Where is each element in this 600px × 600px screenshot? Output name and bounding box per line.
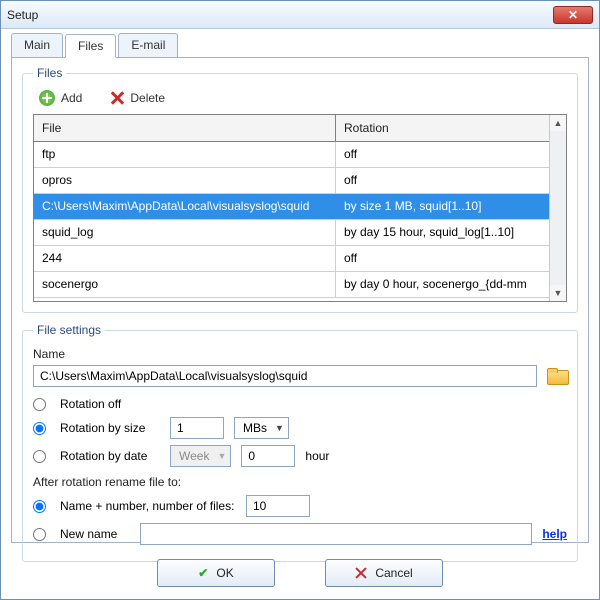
scroll-track[interactable] — [550, 131, 566, 285]
rename-newname-label: New name — [60, 527, 130, 541]
cell-file: 244 — [34, 246, 336, 271]
rename-number-label: Name + number, number of files: — [60, 499, 236, 513]
rename-number-radio[interactable] — [33, 500, 46, 513]
tab-files[interactable]: Files — [65, 34, 116, 58]
cell-file: socenergo — [34, 272, 336, 297]
rotation-date-hour-label: hour — [305, 449, 329, 463]
cell-file: opros — [34, 168, 336, 193]
delete-icon — [110, 91, 124, 105]
help-link[interactable]: help — [542, 527, 567, 541]
table-row[interactable]: C:\Users\Maxim\AppData\Local\visualsyslo… — [34, 194, 549, 220]
rotation-size-unit-select[interactable]: MBs ▼ — [234, 417, 289, 439]
rotation-size-unit-label: MBs — [243, 421, 267, 435]
files-group: Files Add Delete File Rotation — [22, 66, 578, 313]
after-rotation-label: After rotation rename file to: — [33, 475, 567, 489]
add-label: Add — [61, 91, 82, 105]
grid-header: File Rotation — [34, 115, 549, 142]
scroll-down-icon[interactable]: ▼ — [550, 285, 566, 301]
close-icon: ✕ — [568, 8, 578, 22]
cell-rotation: off — [336, 246, 549, 271]
table-row[interactable]: ftp off — [34, 142, 549, 168]
tab-main[interactable]: Main — [11, 33, 63, 57]
rotation-date-label: Rotation by date — [60, 449, 160, 463]
cancel-label: Cancel — [375, 566, 412, 580]
rotation-date-hour-value[interactable] — [241, 445, 295, 467]
col-file[interactable]: File — [34, 115, 336, 141]
rotation-size-label: Rotation by size — [60, 421, 160, 435]
rotation-size-value[interactable] — [170, 417, 224, 439]
close-button[interactable]: ✕ — [553, 6, 593, 24]
cell-file: ftp — [34, 142, 336, 167]
cell-file: C:\Users\Maxim\AppData\Local\visualsyslo… — [34, 194, 336, 219]
titlebar: Setup ✕ — [1, 1, 599, 29]
add-icon — [39, 90, 55, 106]
cell-rotation: off — [336, 142, 549, 167]
file-settings-legend: File settings — [33, 323, 105, 337]
name-label: Name — [33, 347, 567, 361]
delete-label: Delete — [130, 91, 165, 105]
check-icon: ✔ — [198, 566, 208, 580]
cell-rotation: by size 1 MB, squid[1..10] — [336, 194, 549, 219]
tab-page-files: Files Add Delete File Rotation — [11, 57, 589, 543]
rotation-size-radio[interactable] — [33, 422, 46, 435]
files-grid: File Rotation ftp off opros off C:\Users… — [33, 114, 567, 302]
grid-scrollbar[interactable]: ▲ ▼ — [549, 115, 566, 301]
tab-email[interactable]: E-mail — [118, 33, 178, 57]
table-row[interactable]: socenergo by day 0 hour, socenergo_{dd-m… — [34, 272, 549, 298]
col-rotation[interactable]: Rotation — [336, 115, 549, 141]
name-input[interactable] — [33, 365, 537, 387]
chevron-down-icon: ▼ — [275, 423, 284, 433]
ok-label: OK — [216, 566, 233, 580]
files-toolbar: Add Delete — [33, 86, 567, 114]
rename-number-value[interactable] — [246, 495, 310, 517]
tab-strip: Main Files E-mail — [1, 29, 599, 57]
cancel-button[interactable]: Cancel — [325, 559, 443, 587]
ok-button[interactable]: ✔ OK — [157, 559, 275, 587]
setup-dialog: Setup ✕ Main Files E-mail Files Add Dele… — [0, 0, 600, 600]
rotation-date-period-label: Week — [179, 449, 209, 463]
rotation-date-period-select[interactable]: Week ▼ — [170, 445, 231, 467]
file-settings-group: File settings Name Rotation off Rotation… — [22, 323, 578, 562]
rename-newname-input[interactable] — [140, 523, 532, 545]
window-title: Setup — [7, 8, 553, 22]
rotation-off-label: Rotation off — [60, 397, 121, 411]
cancel-icon — [355, 567, 367, 579]
cell-rotation: by day 15 hour, squid_log[1..10] — [336, 220, 549, 245]
files-grid-body: File Rotation ftp off opros off C:\Users… — [34, 115, 549, 301]
chevron-down-icon: ▼ — [217, 451, 226, 461]
table-row[interactable]: opros off — [34, 168, 549, 194]
cell-rotation: by day 0 hour, socenergo_{dd-mm — [336, 272, 549, 297]
cell-file: squid_log — [34, 220, 336, 245]
scroll-up-icon[interactable]: ▲ — [550, 115, 566, 131]
delete-button[interactable]: Delete — [110, 91, 165, 105]
table-row[interactable]: squid_log by day 15 hour, squid_log[1..1… — [34, 220, 549, 246]
browse-folder-icon[interactable] — [547, 368, 567, 384]
dialog-footer: ✔ OK Cancel — [1, 549, 599, 599]
rotation-off-radio[interactable] — [33, 398, 46, 411]
rotation-date-radio[interactable] — [33, 450, 46, 463]
cell-rotation: off — [336, 168, 549, 193]
rename-newname-radio[interactable] — [33, 528, 46, 541]
files-legend: Files — [33, 66, 66, 80]
add-button[interactable]: Add — [39, 90, 82, 106]
table-row[interactable]: 244 off — [34, 246, 549, 272]
